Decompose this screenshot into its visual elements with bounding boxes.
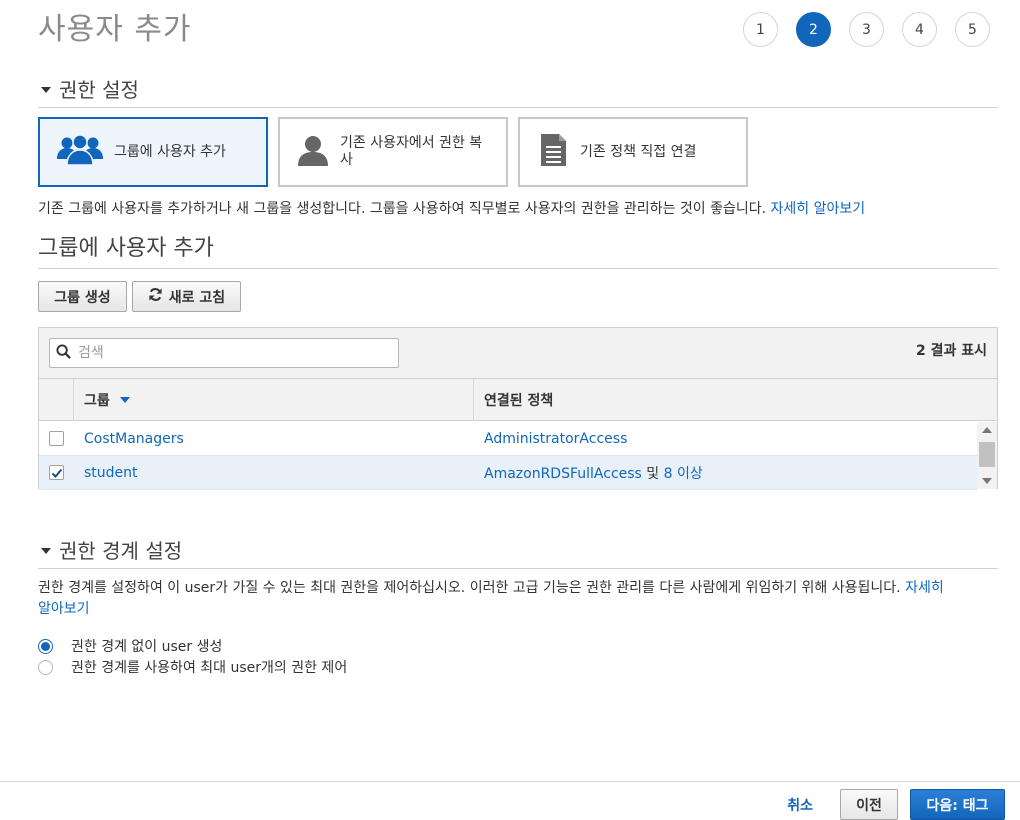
radio-use-boundary[interactable]: 권한 경계를 사용하여 최대 user개의 권한 제어	[38, 657, 347, 677]
radio-button[interactable]	[38, 659, 53, 675]
permissions-section-header[interactable]: 권한 설정	[38, 74, 998, 108]
create-group-button[interactable]: 그룹 생성	[38, 281, 127, 312]
row-checkbox-cell	[39, 465, 74, 480]
user-icon	[296, 133, 330, 171]
table-row[interactable]: CostManagers AdministratorAccess	[39, 422, 977, 456]
column-policies-label: 연결된 정책	[484, 393, 554, 409]
scroll-down-icon[interactable]	[982, 478, 992, 484]
refresh-button[interactable]: 새로 고침	[132, 281, 241, 312]
step-4[interactable]: 4	[902, 12, 937, 47]
table-scrollbar[interactable]	[977, 422, 997, 489]
step-1[interactable]: 1	[743, 12, 778, 47]
wizard-steps: 1 2 3 4 5	[743, 12, 990, 47]
group-cell: CostManagers	[74, 431, 474, 447]
policy-cell: AdministratorAccess	[474, 431, 977, 447]
option-label: 기존 정책 직접 연결	[580, 143, 697, 160]
add-to-group-title: 그룹에 사용자 추가	[38, 236, 214, 261]
boundary-learn-more-link-cont[interactable]: 알아보기	[38, 601, 90, 617]
table-header: 그룹 연결된 정책	[39, 379, 997, 421]
collapse-caret-icon[interactable]	[41, 87, 51, 93]
sort-desc-icon[interactable]	[119, 397, 130, 403]
create-group-label: 그룹 생성	[54, 289, 111, 306]
step-2-current[interactable]: 2	[796, 12, 831, 47]
refresh-label: 새로 고침	[168, 289, 226, 306]
search-input[interactable]	[76, 344, 376, 362]
learn-more-link[interactable]: 자세히 알아보기	[771, 201, 866, 217]
result-count: 2 결과 표시	[915, 343, 987, 359]
group-name-link[interactable]: student	[84, 465, 138, 481]
boundary-section-header[interactable]: 권한 경계 설정	[38, 535, 998, 569]
permissions-section-title: 권한 설정	[59, 78, 139, 102]
page-title: 사용자 추가	[38, 12, 192, 47]
option-label: 그룹에 사용자 추가	[114, 143, 226, 160]
policy-suffix: 및	[641, 465, 664, 482]
previous-label: 이전	[856, 797, 882, 814]
row-checkbox-checked[interactable]	[49, 465, 64, 480]
next-label: 다음: 태그	[926, 797, 989, 814]
refresh-icon	[148, 287, 163, 306]
boundary-description-text: 권한 경계를 설정하여 이 user가 가질 수 있는 최대 권한을 제어하십시…	[38, 580, 901, 596]
option-copy-permissions[interactable]: 기존 사용자에서 권한 복사	[278, 117, 508, 187]
search-field[interactable]	[49, 338, 399, 368]
radio-label: 권한 경계 없이 user 생성	[71, 639, 223, 655]
row-checkbox-cell	[39, 431, 74, 446]
group-icon	[56, 133, 104, 171]
row-checkbox[interactable]	[49, 431, 64, 446]
add-to-group-header: 그룹에 사용자 추가	[38, 230, 998, 269]
step-5[interactable]: 5	[955, 12, 990, 47]
next-tags-button[interactable]: 다음: 태그	[910, 789, 1005, 820]
policy-link[interactable]: AmazonRDSFullAccess	[484, 466, 642, 482]
cancel-link[interactable]: 취소	[787, 795, 813, 815]
permission-options: 그룹에 사용자 추가 기존 사용자에서 권한 복사 기존 정책 직접 연결	[38, 117, 748, 187]
checkmark-icon	[51, 468, 62, 478]
option-add-user-to-group[interactable]: 그룹에 사용자 추가	[38, 117, 268, 187]
search-icon	[56, 343, 71, 363]
scroll-up-icon[interactable]	[982, 427, 992, 433]
boundary-learn-more-link[interactable]: 자세히	[905, 580, 944, 596]
table-row[interactable]: student AmazonRDSFullAccess 및 8 이상	[39, 456, 977, 490]
radio-no-boundary[interactable]: 권한 경계 없이 user 생성	[38, 636, 222, 656]
step-3[interactable]: 3	[849, 12, 884, 47]
permissions-description-text: 기존 그룹에 사용자를 추가하거나 새 그룹을 생성합니다. 그룹을 사용하여 …	[38, 201, 767, 217]
more-policies-link[interactable]: 8 이상	[664, 466, 703, 482]
table-toolbar: 2 결과 표시	[39, 328, 997, 379]
scroll-thumb[interactable]	[979, 442, 995, 467]
radio-label: 권한 경계를 사용하여 최대 user개의 권한 제어	[71, 660, 348, 676]
group-cell: student	[74, 465, 474, 481]
boundary-section-title: 권한 경계 설정	[59, 539, 183, 563]
policy-link[interactable]: AdministratorAccess	[484, 431, 627, 447]
document-icon	[536, 133, 570, 171]
group-name-link[interactable]: CostManagers	[84, 431, 184, 447]
option-label: 기존 사용자에서 권한 복사	[340, 135, 483, 168]
column-header-policies[interactable]: 연결된 정책	[474, 379, 997, 421]
previous-button[interactable]: 이전	[840, 789, 898, 820]
table-body: CostManagers AdministratorAccess student…	[39, 422, 977, 490]
radio-button-selected[interactable]	[38, 638, 53, 654]
column-header-group[interactable]: 그룹	[74, 379, 474, 421]
option-attach-policies[interactable]: 기존 정책 직접 연결	[518, 117, 748, 187]
groups-table: 2 결과 표시 그룹 연결된 정책 CostManagers Administr…	[38, 327, 998, 490]
collapse-caret-icon[interactable]	[41, 548, 51, 554]
boundary-description: 권한 경계를 설정하여 이 user가 가질 수 있는 최대 권한을 제어하십시…	[38, 578, 998, 620]
select-all-column	[39, 379, 74, 421]
column-group-label: 그룹	[84, 393, 110, 409]
policy-cell: AmazonRDSFullAccess 및 8 이상	[474, 463, 977, 483]
permissions-description: 기존 그룹에 사용자를 추가하거나 새 그룹을 생성합니다. 그룹을 사용하여 …	[38, 198, 865, 218]
